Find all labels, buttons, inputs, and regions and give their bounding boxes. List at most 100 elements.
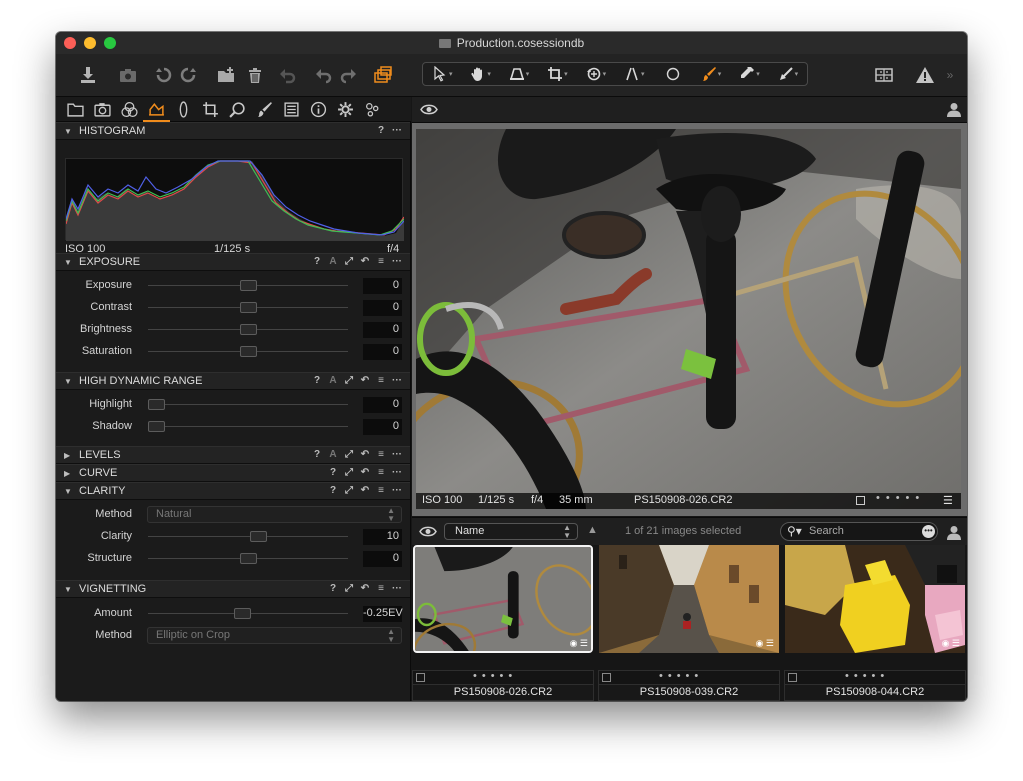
- reset-icon[interactable]: ↶: [360, 485, 370, 496]
- eye-icon[interactable]: [419, 525, 437, 538]
- collapse-triangle-icon[interactable]: ▼: [64, 487, 72, 496]
- auto-icon[interactable]: A: [328, 375, 338, 386]
- grid-layout-icon[interactable]: [872, 63, 896, 87]
- more-icon[interactable]: ···: [392, 485, 402, 496]
- lens-tab[interactable]: [170, 97, 197, 122]
- metadata-tab[interactable]: [278, 97, 305, 122]
- user-icon[interactable]: [947, 525, 961, 540]
- brightness-slider-knob[interactable]: [239, 324, 257, 335]
- camera-icon[interactable]: [116, 63, 140, 87]
- vignetting-amount-slider-knob[interactable]: [233, 608, 251, 619]
- shadow-slider-track[interactable]: [148, 426, 348, 427]
- sort-direction-icon[interactable]: ▲: [587, 524, 598, 536]
- import-icon[interactable]: [76, 63, 100, 87]
- highlight-slider-track[interactable]: [148, 404, 348, 405]
- search-field[interactable]: ⚲▾ Search •••: [780, 522, 938, 541]
- library-tab[interactable]: [62, 97, 89, 122]
- exposure-header[interactable]: ▼ EXPOSURE ? A ⤢ ↶ ≡ ···: [56, 253, 410, 271]
- presets-icon[interactable]: ≡: [376, 583, 386, 594]
- help-icon[interactable]: ?: [376, 125, 386, 136]
- help-icon[interactable]: ?: [312, 375, 322, 386]
- more-icon[interactable]: ···: [392, 467, 402, 478]
- spot-removal-icon[interactable]: [653, 63, 691, 85]
- clarity-header[interactable]: ▼ CLARITY ? ⤢ ↶ ≡ ···: [56, 482, 410, 500]
- expand-triangle-icon[interactable]: ▶: [64, 451, 72, 460]
- brightness-value-field[interactable]: 0: [363, 322, 402, 338]
- rating-dots[interactable]: •••••: [845, 670, 889, 682]
- sort-select[interactable]: Name ▲ ▼: [444, 523, 578, 540]
- eye-icon[interactable]: [420, 103, 438, 116]
- presets-icon[interactable]: ≡: [376, 256, 386, 267]
- hdr-header[interactable]: ▼ HIGH DYNAMIC RANGE ? A ⤢ ↶ ≡ ···: [56, 372, 410, 390]
- help-icon[interactable]: ?: [312, 256, 322, 267]
- saturation-slider-knob[interactable]: [239, 346, 257, 357]
- rotate-cw-icon[interactable]: [338, 63, 360, 87]
- search-icon[interactable]: ⚲▾: [787, 524, 802, 538]
- image-viewer[interactable]: ISO 100 1/125 s f/4 35 mm PS150908-026.C…: [412, 123, 967, 516]
- more-icon[interactable]: ···: [392, 125, 402, 136]
- new-folder-icon[interactable]: [214, 63, 238, 87]
- presets-icon[interactable]: ≡: [376, 467, 386, 478]
- pan-hand-icon[interactable]: ▾: [461, 63, 499, 85]
- thumbnail-image[interactable]: [599, 545, 779, 653]
- help-icon[interactable]: ?: [328, 467, 338, 478]
- exposure-tab[interactable]: [143, 97, 170, 122]
- auto-icon[interactable]: A: [328, 449, 338, 460]
- composition-tab[interactable]: [197, 97, 224, 122]
- crop-icon[interactable]: ▾: [538, 63, 576, 85]
- reset-icon[interactable]: ↶: [360, 467, 370, 478]
- structure-value-field[interactable]: 0: [363, 551, 402, 567]
- reset-icon[interactable]: ↶: [360, 583, 370, 594]
- shadow-value-field[interactable]: 0: [363, 419, 402, 435]
- collapse-triangle-icon[interactable]: ▼: [64, 127, 72, 136]
- rotate-left-icon[interactable]: [276, 63, 298, 87]
- picker-icon[interactable]: ▾: [730, 63, 768, 85]
- select-cursor-icon[interactable]: ▾: [423, 63, 461, 85]
- collapse-triangle-icon[interactable]: ▼: [64, 377, 72, 386]
- rotate-ccw-icon[interactable]: [312, 63, 334, 87]
- thumbnail-image[interactable]: [413, 545, 593, 653]
- auto-icon[interactable]: A: [328, 256, 338, 267]
- local-adjustments-tab[interactable]: [251, 97, 278, 122]
- collapse-triangle-icon[interactable]: ▼: [64, 585, 72, 594]
- vignetting-header[interactable]: ▼ VIGNETTING ? ⤢ ↶ ≡ ···: [56, 580, 410, 598]
- copy-apply-icon[interactable]: ⤢: [344, 375, 354, 386]
- saturation-value-field[interactable]: 0: [363, 344, 402, 360]
- color-tab[interactable]: [116, 97, 143, 122]
- exposure-value-field[interactable]: 0: [363, 278, 402, 294]
- exposure-slider-knob[interactable]: [239, 280, 257, 291]
- help-icon[interactable]: ?: [328, 583, 338, 594]
- clarity-method-select[interactable]: Natural ▲ ▼: [147, 506, 402, 523]
- viewer-rating-dots[interactable]: •••••: [876, 492, 925, 504]
- presets-icon[interactable]: ≡: [376, 449, 386, 460]
- viewer-select-checkbox[interactable]: [856, 496, 865, 505]
- more-icon[interactable]: ···: [392, 449, 402, 460]
- highlight-value-field[interactable]: 0: [363, 397, 402, 413]
- user-icon[interactable]: [947, 102, 961, 117]
- warning-icon[interactable]: [913, 63, 937, 87]
- shadow-slider-knob[interactable]: [148, 421, 165, 432]
- more-icon[interactable]: ···: [392, 583, 402, 594]
- clarity-value-field[interactable]: 10: [363, 529, 402, 545]
- search-options-icon[interactable]: •••: [922, 525, 935, 538]
- straighten-icon[interactable]: ▾: [615, 63, 653, 85]
- reset-icon[interactable]: ↶: [360, 375, 370, 386]
- help-icon[interactable]: ?: [328, 485, 338, 496]
- rating-dots[interactable]: •••••: [659, 670, 703, 682]
- apply-adjustments-icon[interactable]: ▾: [769, 63, 807, 85]
- more-icon[interactable]: ···: [392, 375, 402, 386]
- thumbnail-item[interactable]: ◉ ☰ ••••• PS150908-026.CR2: [412, 545, 594, 701]
- capture-tab[interactable]: [89, 97, 116, 122]
- copy-apply-icon[interactable]: ⤢: [344, 256, 354, 267]
- help-icon[interactable]: ?: [312, 449, 322, 460]
- curve-header[interactable]: ▶ CURVE ? ⤢ ↶ ≡ ···: [56, 464, 410, 482]
- clarity-slider-knob[interactable]: [249, 531, 267, 542]
- copy-apply-icon[interactable]: ⤢: [344, 449, 354, 460]
- structure-slider-knob[interactable]: [239, 553, 257, 564]
- clarity-slider-track[interactable]: [148, 536, 348, 537]
- thumbnail-image[interactable]: [785, 545, 965, 653]
- batch-tab[interactable]: [359, 97, 386, 122]
- thumbnail-item[interactable]: ◉ ☰ ••••• PS150908-044.CR2: [784, 545, 966, 701]
- keystone-icon[interactable]: ▾: [500, 63, 538, 85]
- levels-header[interactable]: ▶ LEVELS ? A ⤢ ↶ ≡ ···: [56, 446, 410, 464]
